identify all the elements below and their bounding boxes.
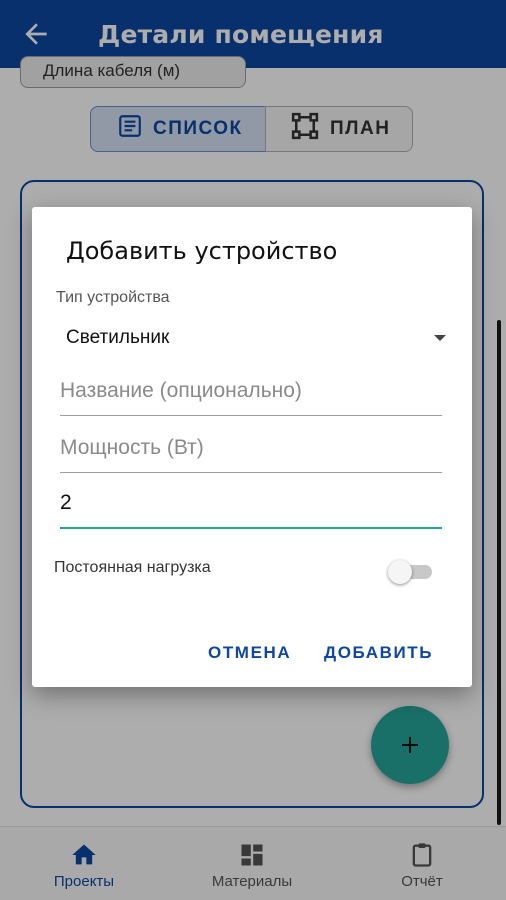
cancel-button[interactable]: ОТМЕНА — [208, 643, 291, 663]
constant-load-label: Постоянная нагрузка — [54, 559, 211, 576]
dialog-title: Добавить устройство — [66, 237, 338, 265]
device-power-input[interactable] — [60, 429, 442, 473]
add-device-dialog: Добавить устройство Тип устройства Свети… — [32, 207, 472, 687]
device-count-input[interactable] — [60, 485, 442, 529]
device-type-caption: Тип устройства — [56, 289, 170, 306]
device-name-input[interactable] — [60, 372, 442, 416]
add-button[interactable]: ДОБАВИТЬ — [324, 643, 433, 663]
constant-load-row: Постоянная нагрузка — [54, 557, 434, 587]
constant-load-switch[interactable] — [388, 560, 434, 584]
device-type-select[interactable]: Светильник — [56, 317, 446, 357]
dropdown-arrow-icon — [434, 335, 446, 341]
switch-thumb — [388, 560, 412, 584]
device-type-value: Светильник — [66, 327, 170, 348]
